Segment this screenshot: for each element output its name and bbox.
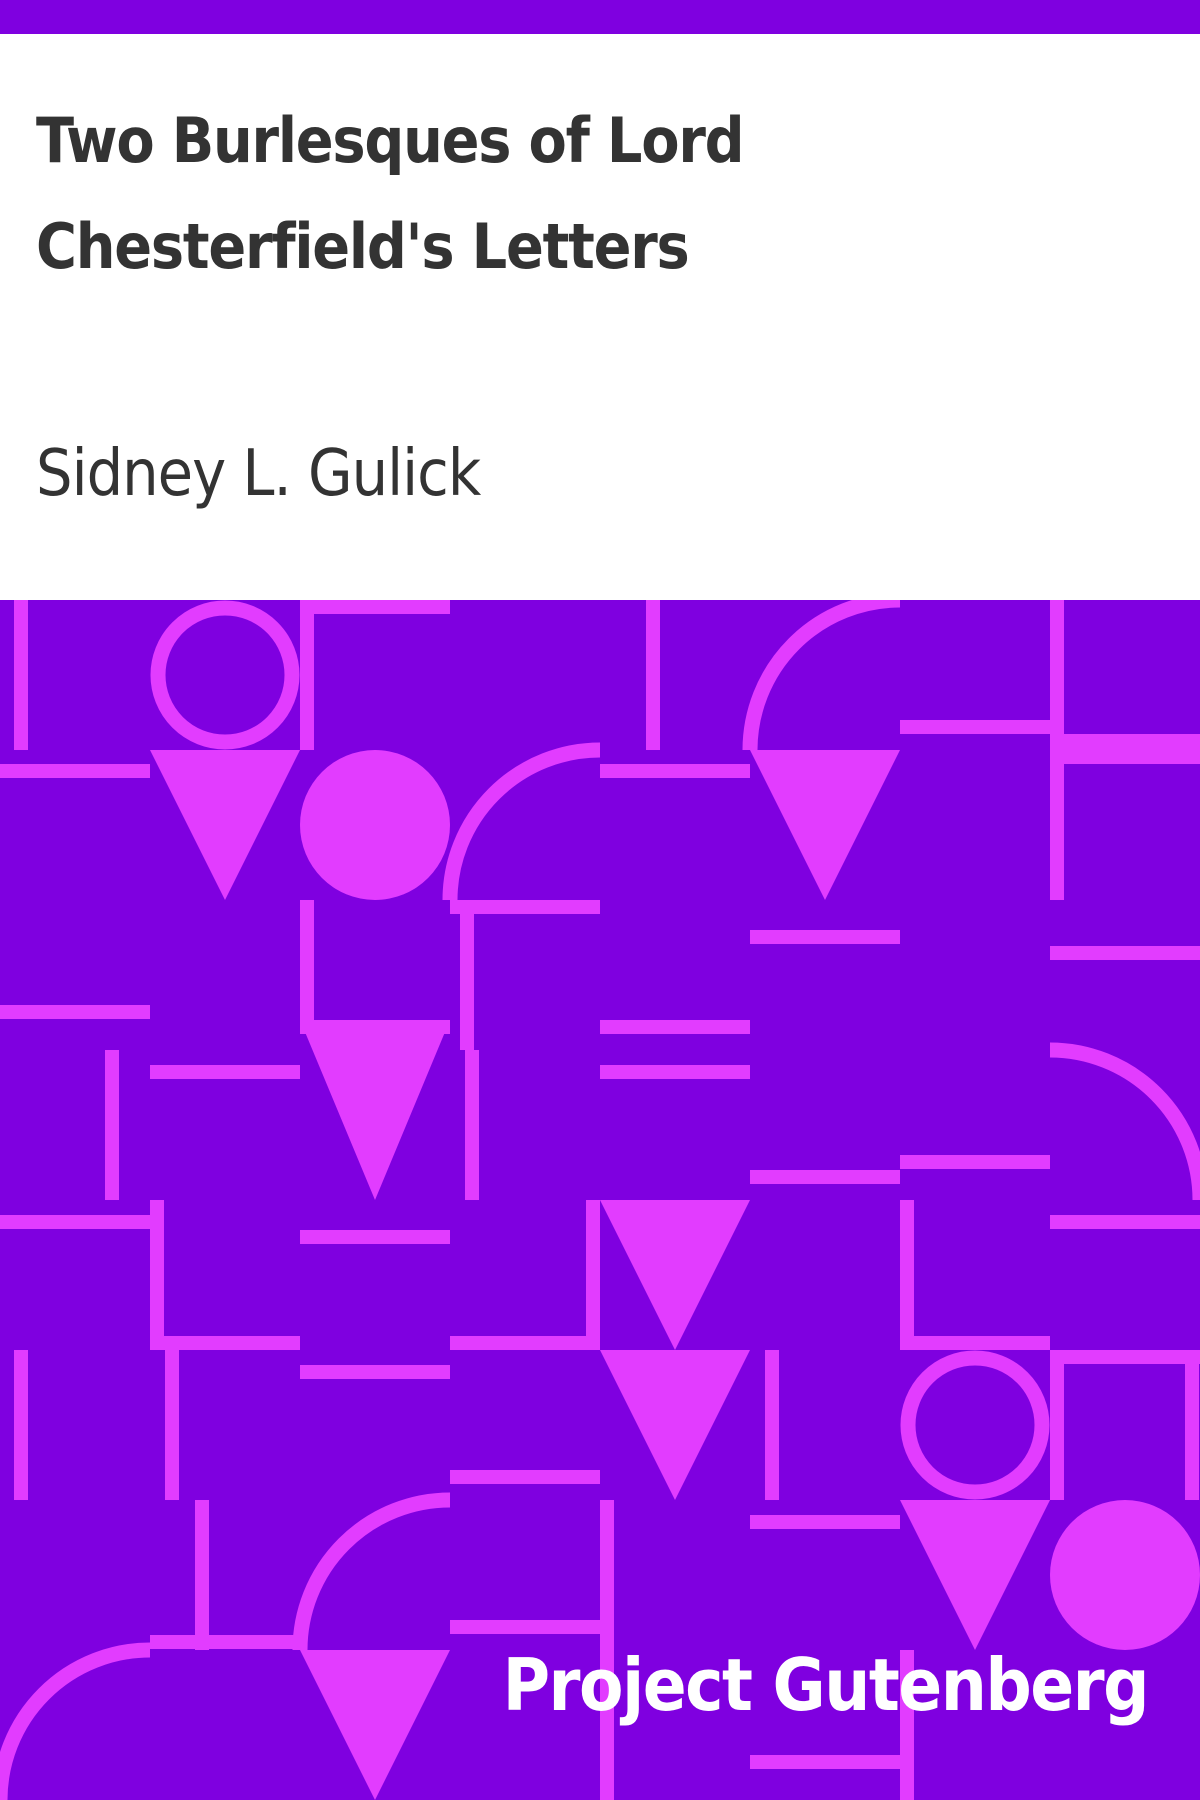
book-author: Sidney L. Gulick bbox=[36, 437, 481, 511]
book-title: Two Burlesques of Lord Chesterfield's Le… bbox=[36, 104, 745, 283]
publisher-logo-text: Project Gutenberg bbox=[502, 1643, 1150, 1727]
top-color-band bbox=[0, 0, 1200, 34]
geometric-pattern bbox=[0, 600, 1200, 1800]
title-panel: Two Burlesques of Lord Chesterfield's Le… bbox=[0, 34, 1200, 600]
pattern-artwork bbox=[0, 600, 1200, 1800]
book-cover: Two Burlesques of Lord Chesterfield's Le… bbox=[0, 0, 1200, 1800]
